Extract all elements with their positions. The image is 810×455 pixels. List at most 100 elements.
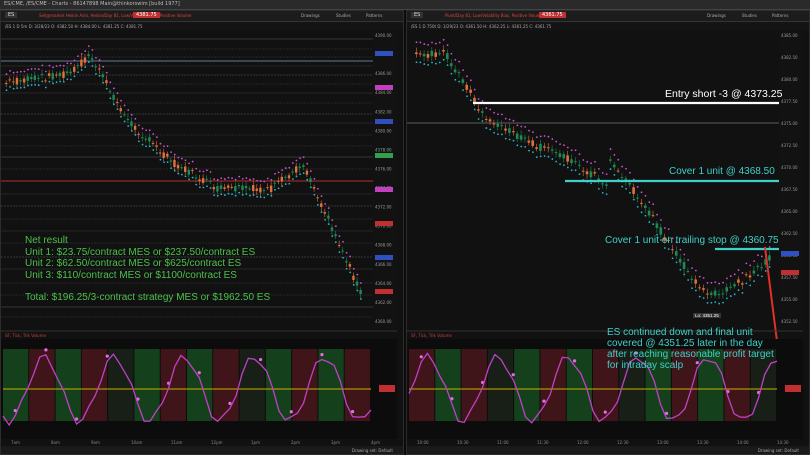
ma-dots-pink <box>729 275 732 277</box>
ma-dots-cyan <box>356 289 359 292</box>
candle-body <box>523 137 527 139</box>
candle-body <box>484 118 488 120</box>
ma-dots-cyan <box>277 187 280 190</box>
ma-dots-cyan <box>163 161 165 164</box>
candle-body <box>341 250 344 252</box>
price-axis-tick: 4355.00 <box>781 297 798 302</box>
ma-dots-pink <box>288 166 291 169</box>
ma-dots-cyan <box>102 81 105 84</box>
candle-body <box>144 138 148 140</box>
candle-body <box>558 153 562 158</box>
ma-dots-pink <box>582 159 585 161</box>
right-drawing-set[interactable]: Drawing set: Default <box>758 448 799 453</box>
ma-dots-cyan <box>220 193 223 196</box>
right-chart-panel[interactable]: ES Pivot/Day 81, Low/Volatility Bias, Po… <box>406 10 810 455</box>
ma-dots-pink <box>245 177 248 179</box>
left-drawing-set[interactable]: Drawing set: Default <box>352 448 393 453</box>
ma-dots-pink <box>741 272 744 274</box>
ma-dots-pink <box>656 213 658 216</box>
ma-dots-cyan <box>317 203 319 206</box>
candle-body <box>320 203 323 207</box>
candle-body <box>756 265 760 267</box>
right-status-bar: Drawing set: Default <box>407 446 809 454</box>
candle-body <box>76 65 79 67</box>
candle-body <box>47 73 51 76</box>
ma-dots-pink <box>342 240 344 243</box>
ma-dots-cyan <box>338 251 341 254</box>
study-scale-badge <box>379 385 395 392</box>
ma-dots-pink <box>98 58 101 61</box>
candle-body <box>500 125 503 127</box>
ma-dots-cyan <box>166 161 169 164</box>
ma-dots-pink <box>62 64 65 67</box>
ma-dots-pink <box>586 160 589 163</box>
candle-body <box>744 274 748 276</box>
ma-dots-cyan <box>223 194 226 196</box>
candle-body <box>277 180 280 182</box>
ma-dots-pink <box>155 136 158 139</box>
price-axis-tick: 4370.00 <box>781 165 798 170</box>
ma-dots-pink <box>91 49 94 51</box>
ma-dots-cyan <box>274 188 276 191</box>
ma-dots-cyan <box>462 89 464 91</box>
ma-dots-cyan <box>481 120 484 122</box>
right-chart-canvas[interactable]: 4385.00 4382.50 4380.00 4377.50 4375.00 4372.… <box>407 11 810 455</box>
price-level-badge <box>375 255 393 260</box>
ma-dots-cyan <box>714 301 717 304</box>
ma-dots-cyan <box>636 205 639 208</box>
ma-dots-pink <box>163 145 165 148</box>
ma-dots-pink <box>714 281 717 284</box>
price-axis-tick: 4366.00 <box>375 262 392 267</box>
time-axis-tick: 10:30 <box>457 440 469 445</box>
ma-dots-pink <box>605 173 608 176</box>
ma-dots-cyan <box>249 194 251 197</box>
study-band <box>435 349 461 421</box>
ma-dots-pink <box>698 275 701 278</box>
ma-dots-cyan <box>706 302 709 304</box>
ma-dots-cyan <box>504 137 507 140</box>
time-axis-tick: 11am <box>171 440 183 445</box>
ma-dots-pink <box>238 175 241 178</box>
ma-dots-cyan <box>683 273 686 276</box>
ma-dots-pink <box>252 178 255 180</box>
ma-dots-pink <box>141 127 144 130</box>
candle-body <box>191 170 194 172</box>
candle-body <box>180 167 183 169</box>
ma-dots-pink <box>170 151 173 154</box>
candle-body <box>574 161 577 163</box>
ma-dots-pink <box>281 169 284 172</box>
candle-body <box>698 287 701 289</box>
ma-dots-pink <box>450 52 453 55</box>
price-axis-tick: 4367.50 <box>781 187 798 192</box>
ma-dots-cyan <box>431 61 433 64</box>
ma-dots-pink <box>195 167 198 170</box>
ma-dots-cyan <box>485 127 488 129</box>
candle-body <box>244 185 248 189</box>
candle-body <box>101 74 105 78</box>
ma-dots-cyan <box>188 178 190 181</box>
ma-dots-cyan <box>313 193 316 196</box>
ma-dots-cyan <box>295 175 298 178</box>
left-chart-panel[interactable]: ES Sell@market Heikin Ashi, Heikin/Day 8… <box>0 10 404 455</box>
ma-dots-pink <box>338 235 341 238</box>
candle-body <box>457 72 461 74</box>
candle-body <box>273 182 276 184</box>
ma-dots-cyan <box>415 61 418 64</box>
ma-dots-pink <box>493 111 496 114</box>
ma-dots-cyan <box>170 167 173 170</box>
ma-dots-pink <box>41 64 44 67</box>
candle-body <box>768 255 771 261</box>
ma-dots-pink <box>188 162 190 165</box>
ma-dots-cyan <box>77 71 79 74</box>
ma-dots-cyan <box>95 72 97 75</box>
ma-dots-pink <box>256 179 258 182</box>
ma-dots-cyan <box>466 95 468 98</box>
candle-body <box>760 267 763 269</box>
left-chart-canvas[interactable]: 4390.004388.004386.004384.004382.004380.… <box>1 11 404 455</box>
ma-dots-pink <box>19 70 22 73</box>
study-band <box>108 349 134 421</box>
candle-body <box>126 118 130 120</box>
ma-dots-cyan <box>241 193 244 196</box>
ma-dots-pink <box>570 149 573 152</box>
ma-dots-cyan <box>675 261 678 264</box>
